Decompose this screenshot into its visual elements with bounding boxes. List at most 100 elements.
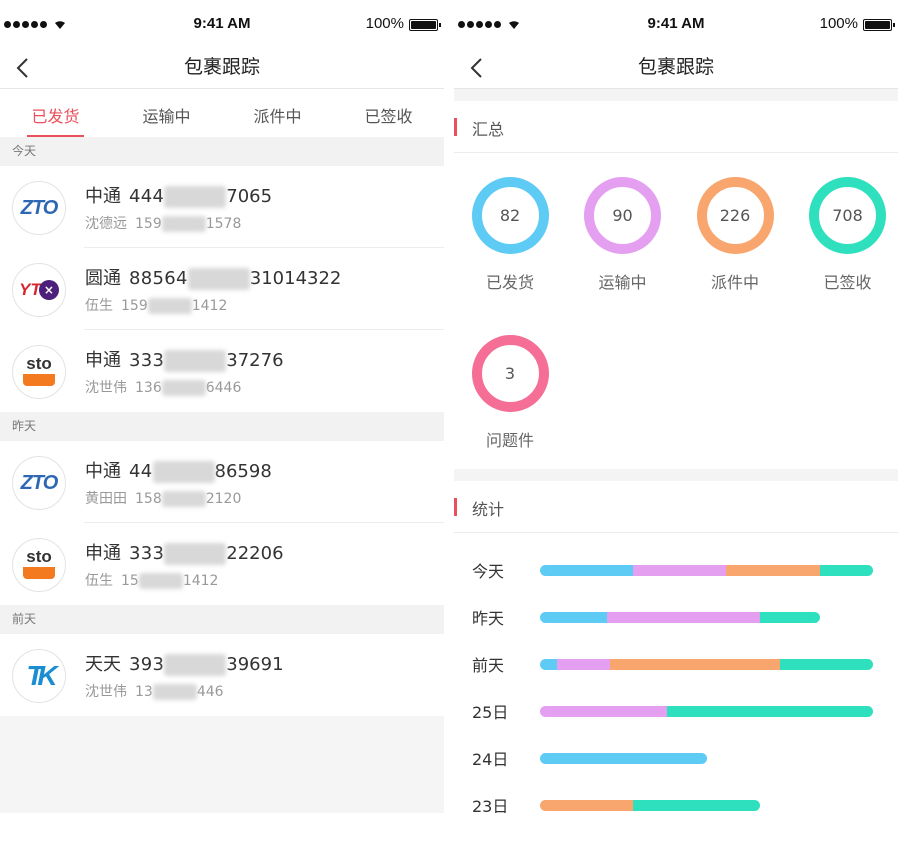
page-title: 包裹跟踪 — [637, 56, 714, 78]
date-section-label: 前天 — [0, 605, 444, 634]
courier-name: 圆通 — [85, 268, 121, 289]
stat-row: 25日 — [454, 699, 898, 723]
stats-title: 统计 — [472, 500, 505, 519]
recipient-line: 黄田田 158 2120 — [85, 488, 241, 508]
daily-stacked-bar-chart: 今天 昨天 前天 25日 24日 23日 — [454, 533, 898, 813]
tracking-number-prefix: 333 — [129, 350, 165, 371]
summary-ring-label: 已签收 — [823, 273, 872, 292]
package-row[interactable]: sto 申通 333 22206 伍生 15 1412 — [0, 523, 444, 605]
zto-logo: ZTO — [12, 181, 66, 235]
empty-area — [0, 716, 444, 813]
tracking-line: 申通 333 22206 — [85, 539, 284, 565]
bar-segment-delivering — [609, 659, 780, 670]
summary-ring-problem[interactable]: 3 — [471, 335, 549, 412]
tracking-number-prefix: 333 — [129, 543, 165, 564]
redaction-blur — [161, 491, 206, 507]
package-row[interactable]: TK 天天 393 39691 沈世伟 13 446 — [0, 634, 444, 716]
battery-percent: 100% — [819, 15, 858, 32]
phone-prefix: 15 — [121, 573, 139, 589]
tracking-number-suffix: 22206 — [226, 543, 284, 564]
bar-segment-transit — [556, 659, 610, 670]
redaction-blur — [164, 186, 227, 208]
summary-ring-transit[interactable]: 90 — [584, 177, 661, 254]
stacked-bar — [540, 565, 873, 576]
recipient-name: 沈德远 — [85, 216, 127, 232]
recipient-name: 黄田田 — [85, 491, 127, 507]
phone-prefix: 159 — [135, 216, 162, 232]
nav-bar: 包裹跟踪 — [454, 48, 898, 89]
redaction-blur — [164, 350, 227, 372]
status-tabs: 已发货 运输中 派件中 已签收 — [0, 89, 444, 137]
tab-signed[interactable]: 已签收 — [333, 89, 444, 137]
tracking-number-prefix: 444 — [129, 186, 165, 207]
recipient-name: 沈世伟 — [85, 684, 127, 700]
summary-ring-shipped[interactable]: 82 — [471, 177, 549, 254]
bar-segment-transit — [540, 706, 667, 717]
zto-logo: ZTO — [12, 456, 66, 510]
recipient-line: 沈德远 159 1578 — [85, 213, 241, 233]
phone-suffix: 1578 — [205, 216, 242, 232]
bar-segment-delivering — [540, 800, 634, 811]
tracking-line: 中通 444 7065 — [85, 182, 272, 208]
section-gap — [454, 469, 898, 481]
summary-ring-signed[interactable]: 708 — [809, 177, 886, 254]
summary-header: 汇总 — [454, 101, 898, 153]
date-section-label: 今天 — [0, 137, 444, 166]
stat-row: 23日 — [454, 793, 898, 813]
bar-segment-signed — [819, 565, 873, 576]
package-list: 今天 ZTO 中通 444 7065 沈德远 159 1578 YT × 圆通 88564 310143… — [0, 137, 444, 716]
courier-name: 中通 — [85, 461, 121, 482]
date-section-label: 昨天 — [0, 412, 444, 441]
bar-segment-signed — [759, 612, 820, 623]
tt-logo: TK — [12, 649, 66, 703]
tab-in-transit[interactable]: 运输中 — [111, 89, 222, 137]
courier-name: 申通 — [85, 543, 121, 564]
tracking-number-suffix: 37276 — [226, 350, 284, 371]
redaction-blur — [161, 216, 206, 232]
bar-segment-delivering — [726, 565, 820, 576]
battery-icon — [863, 19, 895, 31]
stacked-bar — [540, 659, 873, 670]
redaction-blur — [164, 543, 227, 565]
tracking-line: 申通 333 37276 — [85, 346, 284, 372]
category-label: 25日 — [472, 703, 509, 722]
nav-bar: 包裹跟踪 — [0, 48, 444, 89]
package-row[interactable]: ZTO 中通 444 7065 沈德远 159 1578 — [0, 166, 444, 248]
summary-title: 汇总 — [472, 120, 505, 139]
tracking-line: 天天 393 39691 — [85, 650, 284, 676]
recipient-line: 伍生 159 1412 — [85, 295, 227, 315]
tracking-number-suffix: 31014322 — [249, 268, 342, 289]
package-row[interactable]: sto 申通 333 37276 沈世伟 136 6446 — [0, 330, 444, 412]
category-label: 今天 — [472, 562, 505, 581]
phone-prefix: 13 — [135, 684, 153, 700]
recipient-line: 沈世伟 13 446 — [85, 681, 224, 701]
tab-delivering[interactable]: 派件中 — [222, 89, 333, 137]
tracking-line: 圆通 88564 31014322 — [85, 264, 341, 290]
summary-ring-label: 已发货 — [485, 273, 534, 292]
bar-segment-shipped — [540, 659, 557, 670]
courier-name: 申通 — [85, 350, 121, 371]
package-stats-screen: 9:41 AM 100% 包裹跟踪 汇总 82 已发货 90 运输中 226 派件中 708… — [454, 0, 898, 813]
section-gap — [454, 89, 898, 101]
sto-logo: sto — [12, 345, 66, 399]
bar-segment-shipped — [540, 753, 707, 764]
summary-ring-delivering[interactable]: 226 — [696, 177, 774, 254]
courier-name: 中通 — [85, 186, 121, 207]
tab-shipped[interactable]: 已发货 — [0, 89, 111, 137]
phone-suffix: 1412 — [191, 298, 228, 314]
section-accent-bar — [454, 498, 457, 516]
phone-suffix: 2120 — [205, 491, 242, 507]
stat-row: 24日 — [454, 746, 898, 770]
recipient-name: 伍生 — [85, 573, 113, 589]
page-title: 包裹跟踪 — [183, 56, 260, 78]
package-row[interactable]: ZTO 中通 44 86598 黄田田 158 2120 — [0, 441, 444, 523]
courier-name: 天天 — [85, 654, 121, 675]
package-row[interactable]: YT × 圆通 88564 31014322 伍生 159 1412 — [0, 248, 444, 330]
tracking-number-suffix: 86598 — [214, 461, 272, 482]
bar-segment-transit — [606, 612, 760, 623]
phone-prefix: 159 — [121, 298, 148, 314]
phone-prefix: 158 — [135, 491, 162, 507]
recipient-name: 沈世伟 — [85, 380, 127, 396]
category-label: 昨天 — [472, 609, 505, 628]
stat-row: 昨天 — [454, 605, 898, 629]
